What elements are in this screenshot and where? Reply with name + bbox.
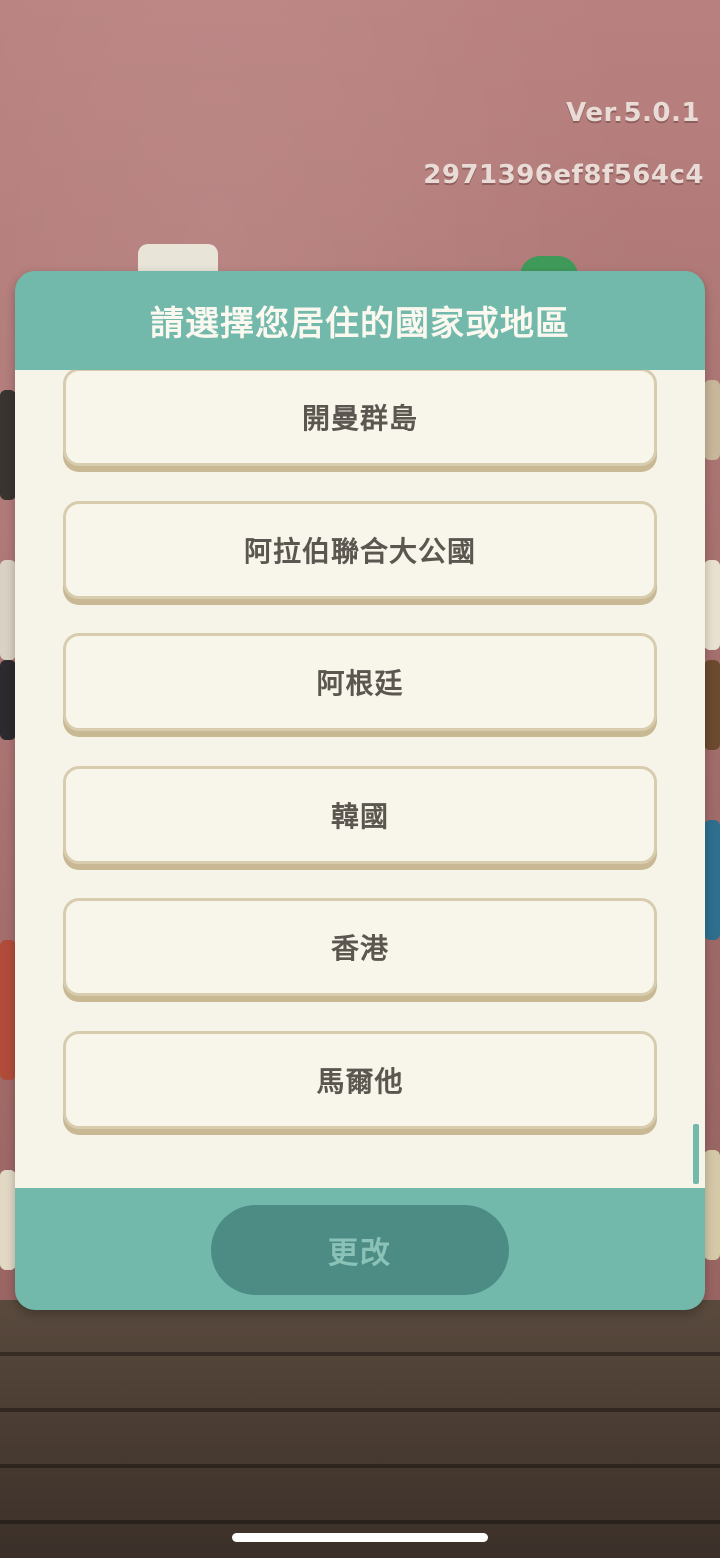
background-decoration [704, 560, 720, 650]
background-decoration [704, 1150, 720, 1260]
dialog-footer: 更改 [15, 1188, 705, 1310]
region-option-uae[interactable]: 阿拉伯聯合大公國 [63, 501, 657, 599]
version-text: Ver.5.0.1 [566, 98, 700, 128]
dialog-title: 請選擇您居住的國家或地區 [150, 304, 570, 344]
background-floor [0, 1300, 720, 1558]
background-decoration [0, 390, 16, 500]
build-id-text: 2971396ef8f564c4 [423, 160, 704, 190]
background-decoration [704, 820, 720, 940]
region-option-korea[interactable]: 韓國 [63, 766, 657, 864]
background-decoration [704, 380, 720, 460]
change-button-label: 更改 [328, 1236, 392, 1271]
background-decoration [0, 1170, 16, 1270]
region-list[interactable]: 開曼群島 阿拉伯聯合大公國 阿根廷 韓國 香港 馬爾他 [15, 370, 705, 1188]
background-decoration [0, 560, 16, 660]
region-option-label: 馬爾他 [316, 1065, 404, 1098]
region-option-label: 阿拉伯聯合大公國 [243, 535, 476, 568]
region-select-dialog: 請選擇您居住的國家或地區 開曼群島 阿拉伯聯合大公國 阿根廷 韓國 香港 馬爾他 [15, 271, 705, 1310]
change-button[interactable]: 更改 [211, 1205, 509, 1295]
region-option-label: 阿根廷 [316, 667, 404, 700]
background-decoration [0, 940, 16, 1080]
region-option-argentina[interactable]: 阿根廷 [63, 633, 657, 731]
background-decoration [704, 660, 720, 750]
dialog-header: 請選擇您居住的國家或地區 [15, 271, 705, 370]
list-scrollbar[interactable] [693, 1124, 699, 1184]
region-option-hong-kong[interactable]: 香港 [63, 898, 657, 996]
region-option-malta[interactable]: 馬爾他 [63, 1031, 657, 1129]
region-option-label: 韓國 [330, 800, 389, 833]
region-option-label: 開曼群島 [301, 402, 418, 435]
game-screen: Ver.5.0.1 2971396ef8f564c4 請選擇您居住的國家或地區 … [0, 0, 720, 1558]
background-decoration [0, 660, 16, 740]
region-option-cayman-islands[interactable]: 開曼群島 [63, 370, 657, 466]
home-indicator[interactable] [232, 1533, 488, 1542]
region-option-label: 香港 [330, 932, 389, 965]
